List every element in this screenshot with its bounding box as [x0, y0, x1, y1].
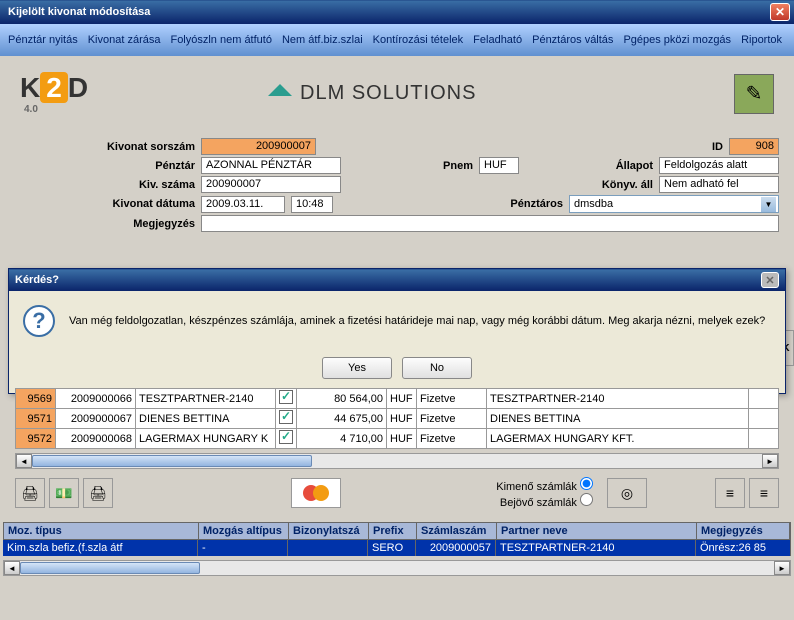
app-settings-icon[interactable]: ✎ — [734, 74, 774, 114]
menu-kivonat-zarasa[interactable]: Kivonat zárása — [88, 34, 161, 46]
dialog-title-text: Kérdés? — [15, 274, 59, 286]
label-penztar: Pénztár — [15, 160, 195, 172]
field-kiv-szama[interactable]: 200900007 — [201, 176, 341, 193]
bottom-grid-row[interactable]: Kim.szla befiz.(f.szla átf - SERO 200900… — [3, 540, 791, 556]
radio-group: Kimenő számlák Bejövő számlák — [496, 477, 593, 509]
bottom-grid-header: Moz. típus Mozgás altípus Bizonylatszá P… — [3, 522, 791, 540]
menu-riportok[interactable]: Riportok — [741, 34, 782, 46]
k2d-logo: K2D 4.0 — [20, 72, 88, 115]
label-kivonat-datuma: Kivonat dátuma — [15, 198, 195, 210]
field-kivonat-datuma[interactable]: 2009.03.11. — [201, 196, 285, 213]
question-icon: ? — [23, 305, 55, 337]
scroll-right-icon[interactable]: ► — [762, 454, 778, 468]
menu-penztar-nyitas[interactable]: Pénztár nyitás — [8, 34, 78, 46]
field-kivonat-ido[interactable]: 10:48 — [291, 196, 333, 213]
radio-kimeno[interactable]: Kimenő számlák — [496, 477, 593, 493]
chevron-down-icon: ▼ — [761, 197, 776, 212]
scroll-left-icon[interactable]: ◄ — [4, 561, 20, 575]
grid-area: 9569 2009000066 TESZTPARTNER-2140 80 564… — [15, 388, 779, 469]
dialog-question: Kérdés? ✕ ? Van még feldolgozatlan, kész… — [8, 268, 786, 394]
table-row: 9571 2009000067 DIENES BETTINA 44 675,00… — [16, 409, 779, 429]
label-megjegyzes: Megjegyzés — [15, 218, 195, 230]
target-button[interactable]: ◎ — [607, 478, 647, 508]
sort-button-2[interactable]: ≡ — [749, 478, 779, 508]
checkbox-icon — [279, 410, 293, 424]
menu-penztaros-valtas[interactable]: Pénztáros váltás — [532, 34, 613, 46]
yes-button[interactable]: Yes — [322, 357, 392, 379]
scroll-left-icon[interactable]: ◄ — [16, 454, 32, 468]
dialog-close-button[interactable]: ✕ — [761, 272, 779, 288]
label-pnem: Pnem — [423, 160, 473, 172]
menu-folyoszln[interactable]: Folyószln nem átfutó — [170, 34, 272, 46]
field-id: 908 — [729, 138, 779, 155]
menubar: Pénztár nyitás Kivonat zárása Folyószln … — [0, 24, 794, 56]
label-kiv-szama: Kiv. száma — [15, 179, 195, 191]
scroll-thumb[interactable] — [20, 562, 200, 574]
combo-penztaros-value: dmsdba — [574, 198, 613, 210]
menu-pgepes[interactable]: Pgépes pközi mozgás — [623, 34, 731, 46]
checkbox-icon — [279, 430, 293, 444]
radio-bejovo[interactable]: Bejövő számlák — [496, 493, 593, 509]
field-penztar[interactable]: AZONNAL PÉNZTÁR — [201, 157, 341, 174]
scroll-thumb[interactable] — [32, 455, 312, 467]
dlm-logo: DLM SOLUTIONS — [268, 82, 476, 106]
dlm-triangle-icon — [268, 82, 292, 106]
window-title: Kijelölt kivonat módosítása — [8, 6, 770, 18]
bottom-grid: Moz. típus Mozgás altípus Bizonylatszá P… — [3, 522, 791, 576]
scroll-right-icon[interactable]: ► — [774, 561, 790, 575]
menu-kontirozasi[interactable]: Kontírozási tételek — [373, 34, 464, 46]
table-row: 9569 2009000066 TESZTPARTNER-2140 80 564… — [16, 389, 779, 409]
field-allapot: Feldolgozás alatt — [659, 157, 779, 174]
label-allapot: Állapot — [593, 160, 653, 172]
checkbox-icon — [279, 390, 293, 404]
no-button[interactable]: No — [402, 357, 472, 379]
field-kivonat-sorszam: 200900007 — [201, 138, 316, 155]
toolbar-secondary: 🖨 💵 🖨 Kimenő számlák Bejövő számlák ◎ ≡ … — [15, 477, 779, 509]
menu-feladhato[interactable]: Feladható — [473, 34, 522, 46]
menu-nem-atf[interactable]: Nem átf.biz.szlai — [282, 34, 363, 46]
logo-row: K2D 4.0 DLM SOLUTIONS ✎ — [0, 56, 794, 131]
money-button[interactable]: 💵 — [49, 478, 79, 508]
window-close-button[interactable]: ✕ — [770, 3, 790, 21]
titlebar: Kijelölt kivonat módosítása ✕ — [0, 0, 794, 24]
field-megjegyzes[interactable] — [201, 215, 779, 232]
combo-penztaros[interactable]: dmsdba ▼ — [569, 195, 779, 213]
label-konyv-all: Könyv. áll — [583, 179, 653, 191]
label-penztaros: Pénztáros — [493, 198, 563, 210]
bottom-scrollbar[interactable]: ◄ ► — [3, 560, 791, 576]
field-pnem[interactable]: HUF — [479, 157, 519, 174]
dialog-message: Van még feldolgozatlan, készpénzes száml… — [69, 315, 765, 327]
sort-button-1[interactable]: ≡ — [715, 478, 745, 508]
label-kivonat-sorszam: Kivonat sorszám — [15, 141, 195, 153]
print-button[interactable]: 🖨 — [15, 478, 45, 508]
form-area: Kivonat sorszám 200900007 ID 908 Pénztár… — [0, 131, 794, 239]
field-konyv-all: Nem adható fel — [659, 176, 779, 193]
no-print-button[interactable]: 🖨 — [83, 478, 113, 508]
card-icon[interactable] — [291, 478, 341, 508]
dialog-titlebar: Kérdés? ✕ — [9, 269, 785, 291]
horizontal-scrollbar[interactable]: ◄ ► — [15, 453, 779, 469]
data-grid[interactable]: 9569 2009000066 TESZTPARTNER-2140 80 564… — [15, 388, 779, 449]
label-id: ID — [693, 141, 723, 153]
table-row: 9572 2009000068 LAGERMAX HUNGARY K 4 710… — [16, 429, 779, 449]
